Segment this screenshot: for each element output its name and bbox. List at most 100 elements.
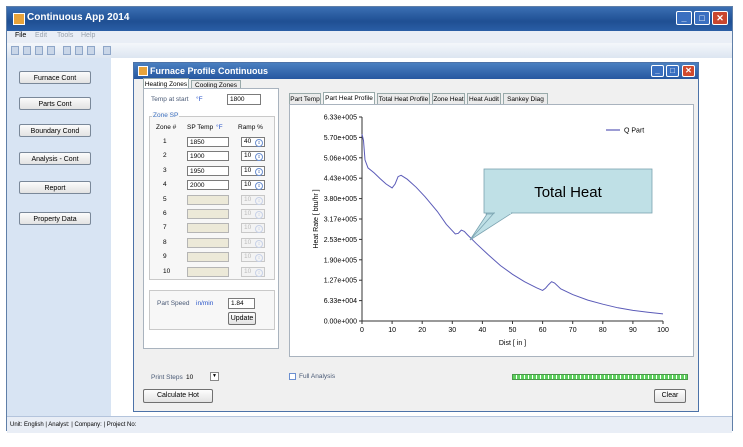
zone-ramp-spinner[interactable]: 10 ⇕ <box>241 252 265 263</box>
toolbar <box>7 43 732 59</box>
x-tick-label: 20 <box>418 327 426 334</box>
menu-file[interactable]: File <box>15 32 26 39</box>
zone-ramp-spinner[interactable]: 10 ⇕ <box>241 165 265 176</box>
zone-sp-temp-input[interactable]: 1950 <box>187 165 229 176</box>
x-tick-label: 10 <box>388 327 396 334</box>
spinner-arrows-icon[interactable]: ⇕ <box>255 196 263 205</box>
save-icon[interactable] <box>35 46 43 55</box>
menu-edit[interactable]: Edit <box>35 32 47 39</box>
zone-sp-temp-input[interactable] <box>187 194 229 205</box>
minimize-button[interactable]: _ <box>676 11 692 25</box>
spinner-arrows-icon[interactable]: ⇕ <box>255 225 263 234</box>
tab-part-heat-profile[interactable]: Part Heat Profile <box>323 92 375 104</box>
y-tick-label: 3.17e+005 <box>324 217 357 224</box>
tab-zone-heat[interactable]: Zone Heat <box>432 93 465 104</box>
spinner-arrows-icon[interactable]: ⇕ <box>255 211 263 219</box>
child-close-button[interactable]: ✕ <box>682 65 695 77</box>
tab-sankey-diag[interactable]: Sankey Diag <box>503 93 548 104</box>
spinner-arrows-icon[interactable]: ⇕ <box>255 167 263 176</box>
print-steps-dropdown-icon[interactable]: ▼ <box>210 372 219 381</box>
nav-furnace-cont[interactable]: Furnace Cont <box>19 71 91 84</box>
zone-ramp-spinner[interactable]: 10 ⇕ <box>241 223 265 234</box>
x-tick-label: 40 <box>479 327 487 334</box>
temp-at-start-input[interactable]: 1800 <box>227 94 261 105</box>
child-minimize-button[interactable]: _ <box>651 65 664 77</box>
menu-tools[interactable]: Tools <box>57 32 73 39</box>
menu-help[interactable]: Help <box>81 32 95 39</box>
zone-ramp-spinner[interactable]: 10 ⇕ <box>241 194 265 205</box>
x-tick-label: 30 <box>448 327 456 334</box>
y-tick-label: 5.70e+005 <box>324 135 357 142</box>
heat-chart: 0.00e+000 6.33e+004 1.27e+005 1.90e+005 2.53… <box>313 115 669 348</box>
menu-bar: File Edit Tools Help <box>7 31 732 43</box>
callout-tail <box>469 212 514 241</box>
zone-ramp-spinner[interactable]: 10 ⇕ <box>241 266 265 277</box>
child-maximize-button[interactable]: □ <box>666 65 679 77</box>
y-tick-label: 1.27e+005 <box>324 278 357 285</box>
zone-number: 9 <box>163 253 167 261</box>
zone-ramp-spinner[interactable]: 40 ⇕ <box>241 137 265 147</box>
paste-icon[interactable] <box>87 46 95 55</box>
full-analysis-checkbox[interactable] <box>289 373 296 380</box>
nav-parts-cont[interactable]: Parts Cont <box>19 97 91 110</box>
zone-sp-temp-input[interactable] <box>187 209 229 219</box>
spinner-arrows-icon[interactable]: ⇕ <box>255 182 263 191</box>
chart-panel: 0.00e+000 6.33e+004 1.27e+005 1.90e+005 2.53… <box>289 104 694 357</box>
zone-ramp-spinner[interactable]: 10 ⇕ <box>241 209 265 219</box>
zone-sp-temp-input[interactable] <box>187 252 229 263</box>
update-button[interactable]: Update <box>228 312 256 325</box>
ramp-header: Ramp % <box>238 124 263 131</box>
zone-ramp-spinner[interactable]: 10 ⇕ <box>241 180 265 191</box>
open-icon[interactable] <box>23 46 31 55</box>
part-speed-label: Part Speed <box>157 300 190 307</box>
new-icon[interactable] <box>11 46 19 55</box>
calculate-hot-button[interactable]: Calculate Hot <box>143 389 213 403</box>
x-tick-label: 80 <box>599 327 607 334</box>
x-tick-label: 100 <box>657 327 669 334</box>
y-tick-label: 3.80e+005 <box>324 196 357 203</box>
zone-sp-temp-input[interactable]: 1850 <box>187 137 229 147</box>
spinner-arrows-icon[interactable]: ⇕ <box>255 153 263 162</box>
zone-sp-temp-input[interactable] <box>187 237 229 248</box>
nav-analysis-cont[interactable]: Analysis - Cont <box>19 152 91 165</box>
app-window: Continuous App 2014 _ □ ✕ File Edit Tool… <box>6 6 733 433</box>
print-icon[interactable] <box>47 46 55 55</box>
zone-number: 8 <box>163 238 167 246</box>
zone-sp-temp-input[interactable]: 2000 <box>187 180 229 191</box>
maximize-button[interactable]: □ <box>694 11 710 25</box>
nav-report[interactable]: Report <box>19 181 91 194</box>
spinner-arrows-icon[interactable]: ⇕ <box>255 268 263 277</box>
cut-icon[interactable] <box>63 46 71 55</box>
x-tick-label: 60 <box>539 327 547 334</box>
spinner-arrows-icon[interactable]: ⇕ <box>255 139 263 147</box>
zone-number: 5 <box>163 195 167 203</box>
y-tick-label: 5.06e+005 <box>324 155 357 162</box>
zone-sp-group: Zone SP Zone # SP Temp °F Ramp % 1 1850 40… <box>149 112 275 280</box>
zone-ramp-value: 10 <box>244 166 252 174</box>
zone-ramp-spinner[interactable]: 10 ⇕ <box>241 151 265 162</box>
temp-at-start-label: Temp at start <box>151 96 189 103</box>
nav-boundary-cond[interactable]: Boundary Cond <box>19 124 91 137</box>
help-icon[interactable] <box>103 46 111 55</box>
clear-button[interactable]: Clear <box>654 389 686 403</box>
title-bar: Continuous App 2014 _ □ ✕ <box>7 7 732 31</box>
zone-sp-temp-input[interactable] <box>187 266 229 277</box>
part-speed-input[interactable]: 1.84 <box>228 298 255 309</box>
zone-ramp-value: 10 <box>244 210 252 217</box>
zone-ramp-value: 10 <box>244 224 252 232</box>
close-button[interactable]: ✕ <box>712 11 728 25</box>
zone-sp-temp-input[interactable]: 1900 <box>187 151 229 162</box>
tab-part-temp[interactable]: Part Temp <box>289 93 321 104</box>
tab-heat-audit[interactable]: Heat Audit <box>467 93 501 104</box>
nav-property-data[interactable]: Property Data <box>19 212 91 225</box>
sp-temp-unit: °F <box>216 124 223 131</box>
child-title: Furnace Profile Continuous <box>150 66 269 76</box>
spinner-arrows-icon[interactable]: ⇕ <box>255 239 263 248</box>
zone-sp-temp-input[interactable] <box>187 223 229 234</box>
zone-number-header: Zone # <box>156 124 177 131</box>
zone-ramp-spinner[interactable]: 10 ⇕ <box>241 237 265 248</box>
status-bar: Unit: English | Analyst: | Company: | Pr… <box>7 416 732 433</box>
tab-total-heat-profile[interactable]: Total Heat Profile <box>377 93 430 104</box>
spinner-arrows-icon[interactable]: ⇕ <box>255 254 263 263</box>
copy-icon[interactable] <box>75 46 83 55</box>
